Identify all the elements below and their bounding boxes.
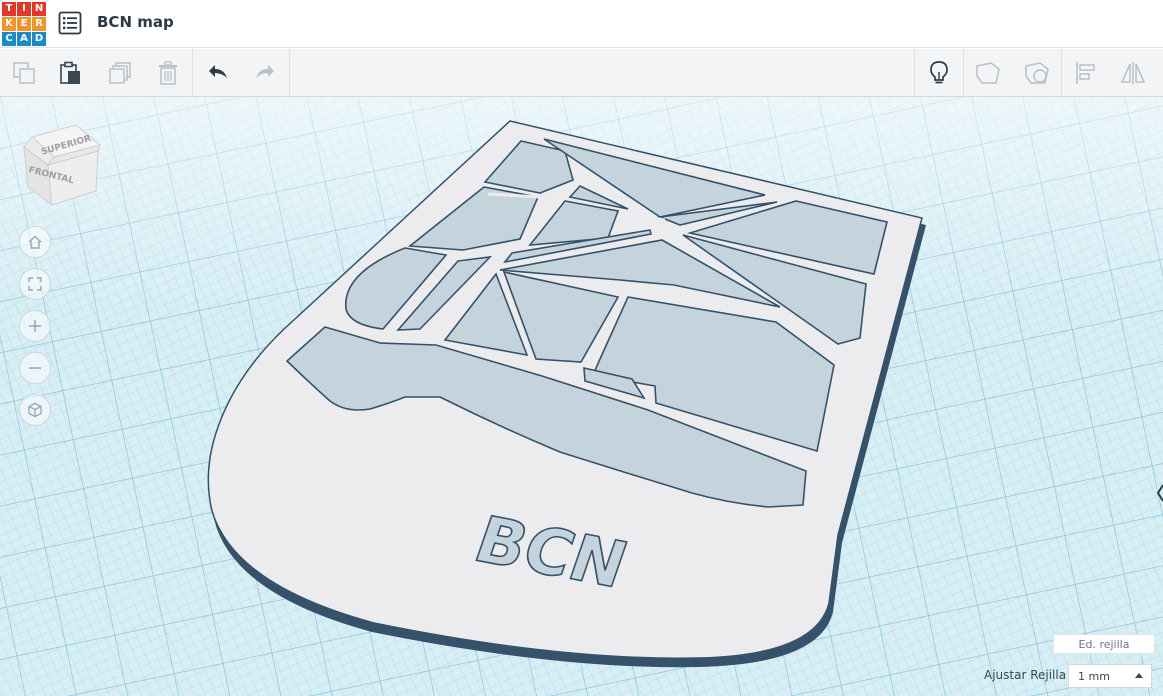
- zoom-in-button[interactable]: [19, 310, 51, 342]
- fit-view-button[interactable]: [19, 268, 51, 300]
- notes-button[interactable]: [915, 49, 963, 97]
- edit-toolbar: [0, 49, 1163, 97]
- design-title[interactable]: BCN map: [97, 13, 174, 31]
- redo-icon: [256, 65, 274, 78]
- logo-letter: N: [32, 2, 46, 16]
- shape-hole-icon: [976, 62, 1000, 84]
- logo-letter: A: [17, 32, 31, 46]
- logo-letter: C: [2, 32, 16, 46]
- delete-button[interactable]: [144, 49, 192, 97]
- edit-grid-button[interactable]: Ed. rejilla: [1053, 634, 1155, 654]
- home-view-button[interactable]: [19, 226, 51, 258]
- group-button[interactable]: [1013, 49, 1061, 97]
- home-icon: [28, 235, 42, 249]
- top-bar: TIN KER CAD BCN map: [0, 0, 1163, 48]
- cube-icon: [28, 402, 42, 418]
- mirror-icon: [1120, 62, 1146, 84]
- undo-icon: [209, 65, 227, 78]
- align-button[interactable]: [1062, 49, 1110, 97]
- duplicate-button[interactable]: [96, 49, 144, 97]
- zoom-out-button[interactable]: [19, 352, 51, 384]
- lightbulb-icon: [930, 61, 948, 84]
- minus-icon: [29, 367, 41, 369]
- chevron-icon: [1156, 484, 1163, 502]
- design-list-icon[interactable]: [58, 11, 82, 35]
- copy-icon: [13, 62, 35, 84]
- snap-grid-select[interactable]: 1 mm: [1068, 664, 1152, 688]
- logo-letter: E: [17, 17, 31, 31]
- paste-button[interactable]: [47, 49, 95, 97]
- trash-icon: [159, 61, 177, 85]
- group-icon: [1025, 62, 1049, 84]
- logo-letter: R: [32, 17, 46, 31]
- undo-button[interactable]: [194, 49, 242, 97]
- mirror-button[interactable]: [1109, 49, 1157, 97]
- chevron-up-icon: [1135, 673, 1143, 678]
- logo-letter: D: [32, 32, 46, 46]
- fit-to-view-icon: [28, 277, 42, 291]
- paste-icon: [60, 61, 80, 84]
- snap-grid-label: Ajustar Rejilla: [984, 668, 1067, 682]
- plus-icon: [29, 320, 41, 332]
- perspective-button[interactable]: [19, 394, 51, 426]
- redo-button[interactable]: [241, 49, 289, 97]
- workplane-grid: BCN: [0, 97, 1163, 696]
- align-icon: [1076, 62, 1095, 84]
- workplane[interactable]: BCN SUPERIOR FRONTAL: [0, 97, 1163, 696]
- tinkercad-logo[interactable]: TIN KER CAD: [2, 2, 46, 46]
- logo-letter: T: [2, 2, 16, 16]
- view-cube[interactable]: SUPERIOR FRONTAL: [18, 117, 108, 207]
- copy-button[interactable]: [0, 49, 48, 97]
- duplicate-icon: [109, 62, 131, 84]
- snap-grid-value: 1 mm: [1078, 669, 1110, 683]
- logo-letter: I: [17, 2, 31, 16]
- logo-letter: K: [2, 17, 16, 31]
- hole-button[interactable]: [964, 49, 1012, 97]
- side-panel-toggle[interactable]: [1156, 481, 1163, 505]
